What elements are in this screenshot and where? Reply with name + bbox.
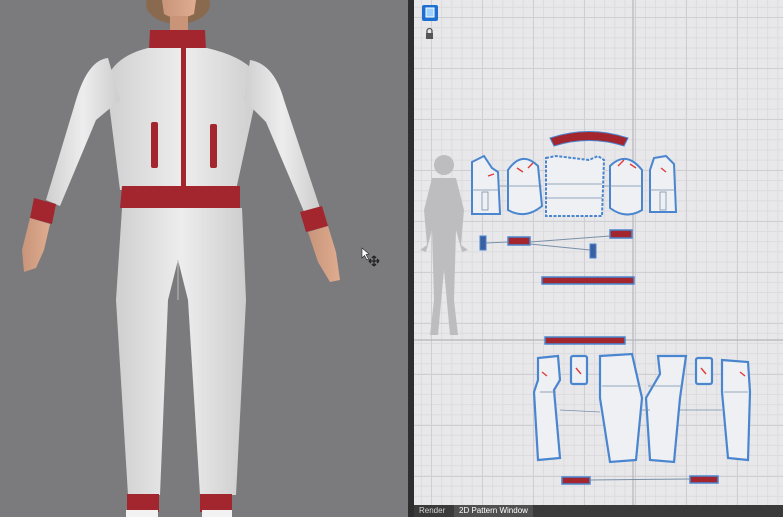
waistband-piece (541, 276, 635, 285)
pant-cuff-piece-left (561, 476, 591, 485)
back-piece (545, 154, 606, 217)
jacket-left-sleeve (46, 58, 120, 206)
pants-waistband-piece (544, 336, 626, 345)
right-pocket (210, 124, 217, 168)
left-hand (22, 218, 50, 272)
right-hand (308, 226, 340, 282)
left-pocket (151, 122, 158, 168)
left-sleeve-piece (507, 158, 544, 216)
window-tab-bar: Render 2D Pattern Window (414, 505, 783, 517)
jacket-collar (149, 30, 206, 50)
jacket-pattern-pieces (471, 131, 678, 217)
pattern-canvas (414, 0, 783, 505)
left-pant-cuff (127, 494, 159, 512)
2d-pattern-window[interactable] (414, 0, 783, 505)
pants-side-right (720, 358, 752, 462)
collar-piece (549, 131, 629, 147)
front-right-piece (649, 154, 678, 213)
avatar-3d-render (22, 0, 380, 517)
jacket-zipper (181, 30, 186, 206)
pants-pattern-pieces (532, 352, 752, 464)
pants-front-right (644, 354, 688, 464)
tab-render[interactable]: Render (414, 505, 450, 517)
pant-cuff-piece-right (689, 475, 719, 484)
right-pant-cuff (200, 494, 232, 512)
avatar-face (162, 0, 196, 18)
jacket-right-sleeve (244, 60, 320, 214)
jacket-waistband (120, 186, 240, 208)
tab-2d-pattern-window[interactable]: 2D Pattern Window (454, 505, 533, 517)
pocket-left (569, 354, 589, 386)
avatar-silhouette (420, 155, 468, 335)
pants-front-left (598, 352, 644, 464)
3d-viewport[interactable] (0, 0, 408, 517)
right-sleeve-piece (609, 158, 643, 216)
front-left-piece (471, 154, 502, 215)
move-cursor-icon (361, 247, 380, 267)
pants-body (116, 208, 246, 495)
pants-side-left (532, 354, 562, 462)
